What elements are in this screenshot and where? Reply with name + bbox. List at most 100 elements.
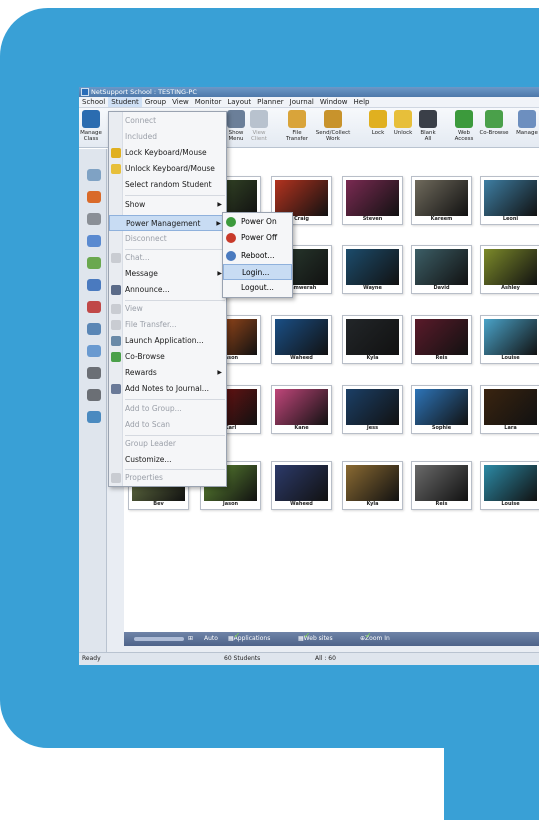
blank-all-button[interactable]: Blank All xyxy=(417,110,439,142)
file-transfer-button[interactable]: File Transfer xyxy=(284,110,310,142)
menu-group[interactable]: Group xyxy=(142,97,169,107)
zoom-in-button[interactable]: ⊕ Zoom In ✓ xyxy=(360,632,390,646)
menu-window[interactable]: Window xyxy=(317,97,351,107)
manage-class-button[interactable]: Manage Class xyxy=(80,110,102,142)
submenu-item-power-off[interactable]: Power Off xyxy=(223,230,292,246)
menu-item-connect[interactable]: Connect xyxy=(109,113,228,129)
student-thumbnail[interactable]: Waheed xyxy=(271,315,332,364)
menu-item-properties[interactable]: Properties xyxy=(109,470,228,486)
send-collect-button[interactable]: Send/Collect Work xyxy=(315,110,351,142)
menu-monitor[interactable]: Monitor xyxy=(192,97,225,107)
group-icon[interactable] xyxy=(87,191,101,203)
power-management-submenu: Power On Power Off Reboot... Login... Lo… xyxy=(222,212,293,298)
menu-item-announce[interactable]: Announce... xyxy=(109,282,228,298)
submenu-arrow-icon: ▶ xyxy=(217,369,222,376)
menu-item-launch-application[interactable]: Launch Application... xyxy=(109,333,228,349)
show-menu-button[interactable]: Show Menu xyxy=(225,110,247,142)
student-name: David xyxy=(433,285,450,291)
menu-item-add-to-scan[interactable]: Add to Scan xyxy=(109,417,228,433)
student-thumbnail[interactable]: Jess xyxy=(342,385,403,434)
menu-school[interactable]: School xyxy=(79,97,108,107)
applications-filter[interactable]: ▦ Applications ✓ xyxy=(228,632,270,646)
student-screen-preview xyxy=(346,465,399,501)
menu-student[interactable]: Student xyxy=(108,97,142,107)
submenu-item-logout[interactable]: Logout... xyxy=(223,280,292,296)
menu-item-file-transfer[interactable]: File Transfer... xyxy=(109,317,228,333)
student-thumbnail[interactable]: Waheed xyxy=(271,461,332,510)
manage-button[interactable]: Manage xyxy=(512,110,539,136)
manage-class-icon xyxy=(82,110,100,128)
submenu-item-reboot[interactable]: Reboot... xyxy=(223,248,292,264)
student-thumbnail[interactable]: Leoni xyxy=(480,176,539,225)
student-thumbnail[interactable]: Kyla xyxy=(342,315,403,364)
student-name: Kareem xyxy=(430,216,453,222)
student-thumbnail[interactable]: Sophie xyxy=(411,385,472,434)
websites-filter[interactable]: ▦ Web sites ✓ xyxy=(298,632,333,646)
student-thumbnail[interactable]: Reis xyxy=(411,461,472,510)
student-thumbnail[interactable]: Louise xyxy=(480,315,539,364)
student-thumbnail[interactable]: Lara xyxy=(480,385,539,434)
student-thumbnail[interactable]: Kareem xyxy=(411,176,472,225)
menu-item-customize[interactable]: Customize... xyxy=(109,452,228,468)
menu-journal[interactable]: Journal xyxy=(287,97,317,107)
menu-layout[interactable]: Layout xyxy=(224,97,254,107)
menu-item-message[interactable]: Message ▶ xyxy=(109,266,228,282)
menu-view[interactable]: View xyxy=(169,97,192,107)
co-browse-button[interactable]: Co-Browse xyxy=(477,110,511,136)
print-icon[interactable] xyxy=(87,301,101,313)
student-screen-preview xyxy=(415,180,468,216)
apps-icon[interactable] xyxy=(87,279,101,291)
student-thumbnail[interactable]: Steven xyxy=(342,176,403,225)
menu-item-lock-keyboard[interactable]: Lock Keyboard/Mouse xyxy=(109,145,228,161)
menu-item-add-to-group[interactable]: Add to Group... xyxy=(109,401,228,417)
menu-item-unlock-keyboard[interactable]: Unlock Keyboard/Mouse xyxy=(109,161,228,177)
users-icon[interactable] xyxy=(87,345,101,357)
menu-item-rewards[interactable]: Rewards ▶ xyxy=(109,365,228,381)
monitor-icon[interactable] xyxy=(87,411,101,423)
menu-item-random-student[interactable]: Select random Student xyxy=(109,177,228,193)
submenu-item-login[interactable]: Login... xyxy=(223,264,292,280)
disc-icon[interactable] xyxy=(87,367,101,379)
student-thumbnail[interactable]: Kyla xyxy=(342,461,403,510)
menu-help[interactable]: Help xyxy=(351,97,373,107)
menu-item-disconnect[interactable]: Disconnect xyxy=(109,231,228,247)
devices-icon[interactable] xyxy=(87,323,101,335)
student-name: Jess xyxy=(366,425,379,431)
web-icon[interactable] xyxy=(87,257,101,269)
tools-icon[interactable] xyxy=(87,213,101,225)
menu-item-group-leader[interactable]: Group Leader xyxy=(109,436,228,452)
student-thumbnail[interactable]: Louise xyxy=(480,461,539,510)
menu-item-co-browse[interactable]: Co-Browse xyxy=(109,349,228,365)
web-access-icon xyxy=(455,110,473,128)
home-icon[interactable] xyxy=(87,169,101,181)
fit-icon[interactable]: ⊞ xyxy=(188,632,193,646)
menu-item-chat[interactable]: Chat... xyxy=(109,250,228,266)
unlock-icon xyxy=(111,164,121,174)
view-client-button[interactable]: View Client xyxy=(248,110,270,142)
web-access-button[interactable]: Web Access xyxy=(452,110,476,142)
lock-button[interactable]: Lock xyxy=(367,110,389,136)
menu-planner[interactable]: Planner xyxy=(254,97,287,107)
student-thumbnail[interactable]: David xyxy=(411,245,472,294)
menu-item-included[interactable]: Included xyxy=(109,129,228,145)
auto-label[interactable]: Auto xyxy=(204,632,218,646)
submenu-item-power-on[interactable]: Power On xyxy=(223,214,292,230)
menu-item-show[interactable]: Show ▶ xyxy=(109,197,228,213)
keyboard-icon[interactable] xyxy=(87,389,101,401)
announce-icon xyxy=(111,285,121,295)
manage-icon xyxy=(518,110,536,128)
student-thumbnail[interactable]: Kane xyxy=(271,385,332,434)
power-off-icon xyxy=(226,233,236,243)
menu-item-power-management[interactable]: Power Management ▶ xyxy=(109,215,228,231)
zoom-slider[interactable] xyxy=(134,637,184,641)
journal-icon xyxy=(111,384,121,394)
help-icon[interactable] xyxy=(87,235,101,247)
unlock-button[interactable]: Unlock xyxy=(391,110,415,136)
menu-item-add-notes[interactable]: Add Notes to Journal... xyxy=(109,381,228,397)
student-thumbnail[interactable]: Ashley xyxy=(480,245,539,294)
student-thumbnail[interactable]: Wayne xyxy=(342,245,403,294)
student-name: Kyla xyxy=(366,355,379,361)
menu-item-view[interactable]: View xyxy=(109,301,228,317)
student-thumbnail[interactable]: Reis xyxy=(411,315,472,364)
student-screen-preview xyxy=(275,465,328,501)
